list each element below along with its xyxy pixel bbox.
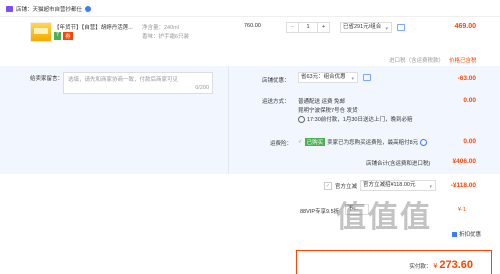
vip-label: 88VIP专享9.5折 [300,209,340,215]
item-total: 469.00 [454,23,476,30]
insurance-badge: 已购买 [304,138,326,146]
coupon-label: 店铺优惠： [262,78,290,84]
tag-badge: 7 [54,32,62,40]
panel-divider [228,66,229,174]
quantity-stepper[interactable]: − 1 + [286,22,330,33]
official-select[interactable]: 官方立减招¥118.00元 ▾ [360,180,436,191]
shop-badge-icon [85,6,92,12]
shop-header: 店铺： 天猫超市自营抄都仕 [6,3,92,15]
pay-label: 实付款： [409,264,432,270]
chat-icon[interactable] [397,24,405,31]
delivery-label: 运送方式： [262,99,290,105]
coupon-tag: 券 [63,32,73,40]
store-total-label: 店铺合计(含运费和进口税) [366,161,431,167]
pay-amount: 273.60 [439,259,473,271]
vip-select[interactable]: 不... [345,204,369,215]
insurance-text: 卖家已为您购买运费险，最高赔付8元 [327,140,419,146]
chevron-down-icon: ▾ [429,184,432,190]
pay-currency: ¥ [433,263,438,270]
shop-icon [6,6,13,12]
delivery-line: 昆明宁波保税7号仓 发货 [298,108,358,114]
check-icon: ✓ [298,139,303,145]
clock-icon [298,115,305,123]
official-label: 官方立减 [335,184,358,190]
help-icon[interactable] [420,138,428,146]
message-counter: 0/200 [195,85,209,91]
chat-icon[interactable] [363,74,371,81]
increase-button[interactable]: + [317,23,329,32]
tax-link[interactable]: 价格已含税 [449,56,477,64]
chevron-down-icon: ▾ [385,26,388,32]
delivery-line: 17:30前付款，1月30日送达上门，晚到必赔 [307,117,413,123]
product-thumbnail[interactable] [30,22,52,42]
message-label: 给卖家留言： [30,76,64,82]
store-total-amount: ¥406.00 [452,158,477,165]
insurance-label: 运费险： [270,141,293,147]
unit-price: 760.00 [244,23,261,29]
vip-partial-amount: ¥-1 [458,207,466,213]
message-placeholder: 选填，请先和商家协商一致，付款后商家可见 [68,77,179,83]
product-prop: 净含量：240ml [142,25,179,31]
decrease-button[interactable]: − [287,23,299,32]
quantity-input[interactable]: 1 [299,23,317,32]
official-checkbox[interactable]: ✓ [324,182,332,190]
product-title[interactable]: 【年货节】【自营】胡婷丹活莲... [54,23,134,31]
pay-summary-box: 实付款： ¥ 273.60 [296,250,492,274]
message-textarea[interactable]: 选填，请先和商家协商一致，付款后商家可见 0/200 [63,72,213,94]
insurance-amount: 0.00 [463,138,476,145]
delivery-line: 普通配送 运费 免邮 [298,99,346,105]
watermark: 值值值 [336,201,432,234]
shop-label: 店铺： [16,7,33,13]
chevron-down-icon: ▾ [351,76,354,82]
coupon-select[interactable]: 省63元：组合优惠 ▾ [298,72,358,83]
product-prop: 香味：护手霜6只装 [142,34,190,40]
import-tax-note: 进口税（含运费税款） [389,58,445,64]
vip-card-label: 折扣优惠 [459,232,482,238]
discount-select[interactable]: 已省291元/组合优... ▾ [340,22,392,33]
official-amount: -¥118.00 [450,182,476,189]
coupon-amount: -63.00 [457,75,476,82]
shop-name[interactable]: 天猫超市自营抄都仕 [33,5,83,13]
card-icon [452,231,457,237]
delivery-amount: 0.00 [463,97,476,104]
